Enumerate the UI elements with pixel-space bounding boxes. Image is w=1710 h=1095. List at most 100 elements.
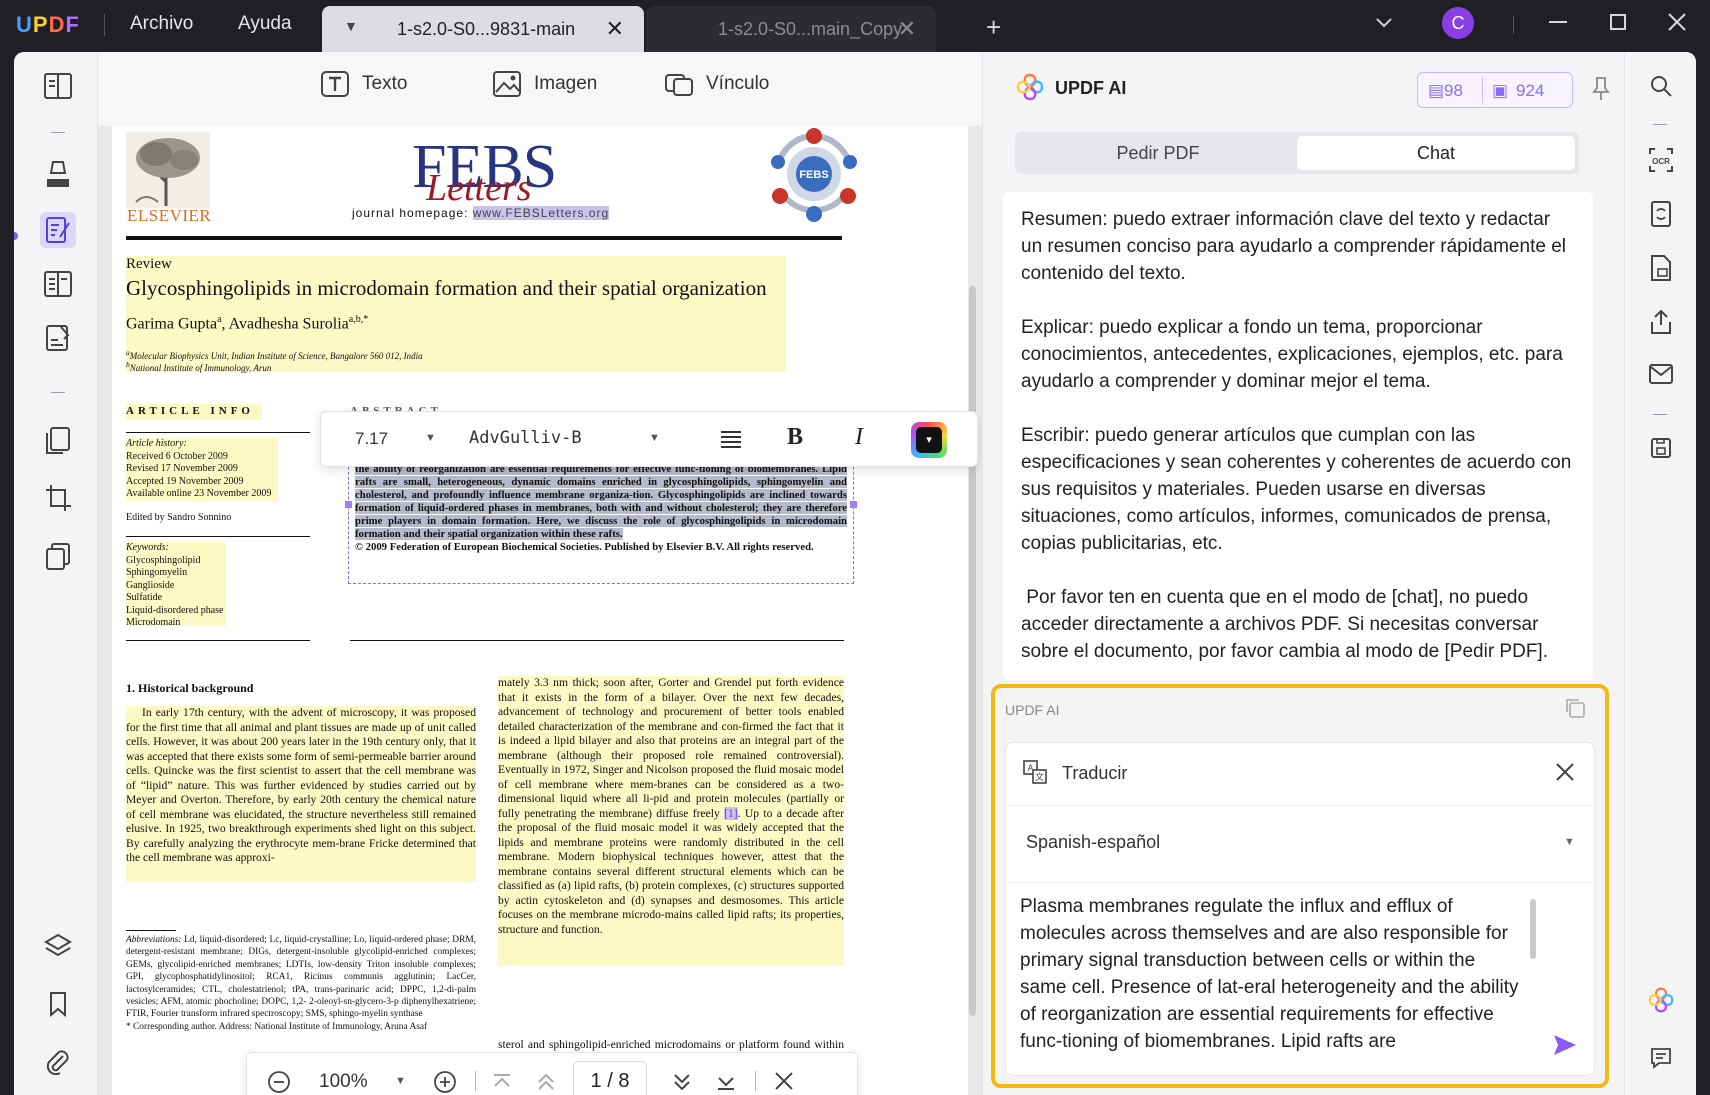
next-page-icon[interactable] xyxy=(671,1071,693,1093)
add-text-button[interactable]: Texto xyxy=(320,70,407,98)
document-scrollbar[interactable] xyxy=(969,286,976,1016)
page-number-field[interactable]: 1 / 8 xyxy=(573,1061,647,1095)
ocr-pages-button[interactable] xyxy=(40,538,76,574)
chat-message-box: Resumen: puedo extraer información clave… xyxy=(1003,192,1593,680)
input-scrollbar[interactable] xyxy=(1530,899,1536,959)
zoom-in-icon[interactable] xyxy=(433,1070,457,1094)
protect-button[interactable] xyxy=(1645,252,1677,284)
close-nav-icon[interactable] xyxy=(773,1070,795,1092)
page-layout-button[interactable] xyxy=(40,266,76,302)
body-column-2: mately 3.3 nm thick; soon after, Gorter … xyxy=(498,676,844,936)
new-tab-icon[interactable]: + xyxy=(986,12,1001,43)
tab-chat[interactable]: Chat xyxy=(1297,136,1575,170)
reader-mode-button[interactable] xyxy=(40,68,76,104)
convert-icon xyxy=(1651,201,1671,227)
avatar[interactable]: C xyxy=(1442,7,1474,39)
ai-mode-tabs: Pedir PDF Chat xyxy=(1015,132,1579,174)
app-logo[interactable]: UPDF xyxy=(16,12,80,38)
columns-icon xyxy=(44,271,72,297)
add-link-button[interactable]: Vínculo xyxy=(664,70,769,98)
form-icon xyxy=(46,325,70,351)
search-button[interactable] xyxy=(1645,70,1677,102)
updf-ai-icon xyxy=(1648,987,1674,1013)
document-viewport[interactable]: ELSEVIER FEBS Letters journal homepage: … xyxy=(98,126,982,1095)
previous-page-icon[interactable] xyxy=(535,1071,557,1093)
font-family-dropdown-icon[interactable]: ▼ xyxy=(649,432,660,444)
left-tool-rail xyxy=(14,52,98,1095)
minimize-icon[interactable] xyxy=(1546,10,1570,34)
organize-pages-button[interactable] xyxy=(40,422,76,458)
text-format-toolbar: 7.17 ▼ AdvGulliv-B ▼ B I ▾ xyxy=(320,411,978,467)
form-tool-button[interactable] xyxy=(40,320,76,356)
text-box-icon xyxy=(321,71,349,97)
italic-button[interactable]: I xyxy=(855,424,863,451)
close-tab-icon[interactable]: ✕ xyxy=(606,16,624,42)
citation-link[interactable]: [1] xyxy=(724,806,738,820)
zoom-dropdown-icon[interactable]: ▼ xyxy=(395,1075,406,1087)
tab-caret-icon[interactable]: ▼ xyxy=(344,18,358,34)
attachments-button[interactable] xyxy=(40,1044,76,1080)
bookmarks-button[interactable] xyxy=(40,986,76,1022)
chat-count-icon: ▣ xyxy=(1492,81,1509,100)
maximize-icon[interactable] xyxy=(1606,10,1630,34)
save-button[interactable] xyxy=(1645,432,1677,464)
align-justify-icon[interactable] xyxy=(719,429,743,451)
tab-document-copy[interactable]: 1-s2.0-S0...main_Copy ✕ xyxy=(646,6,936,52)
menu-ayuda[interactable]: Ayuda xyxy=(238,13,292,35)
badge-text: FEBS xyxy=(799,169,828,181)
close-window-icon[interactable] xyxy=(1665,10,1689,34)
close-tab-icon[interactable]: ✕ xyxy=(898,16,916,42)
email-button[interactable] xyxy=(1645,358,1677,390)
translate-composer: UPDF AI A文 Traducir Spanish-español ▼ Pl… xyxy=(991,684,1609,1088)
resize-handle-left[interactable] xyxy=(345,501,352,508)
copy-icon[interactable] xyxy=(1563,696,1587,720)
edit-pdf-button[interactable] xyxy=(40,212,76,248)
affiliation-b: bNational Institute of Immunology, Arun xyxy=(126,360,272,373)
tab-pedir-pdf[interactable]: Pedir PDF xyxy=(1019,136,1297,170)
close-translate-icon[interactable] xyxy=(1554,761,1576,783)
menu-archivo[interactable]: Archivo xyxy=(130,13,193,35)
article-info-heading: ARTICLE INFO xyxy=(126,405,254,417)
chevron-down-icon[interactable] xyxy=(1374,12,1394,32)
resize-handle-right[interactable] xyxy=(850,501,857,508)
font-family-select[interactable]: AdvGulliv-B xyxy=(469,428,582,448)
crop-tool-button[interactable] xyxy=(40,480,76,516)
bookmark-icon xyxy=(50,992,66,1018)
journal-masthead: FEBS Letters xyxy=(412,136,572,209)
journal-url[interactable]: www.FEBSLetters.org xyxy=(472,206,610,220)
last-page-icon[interactable] xyxy=(715,1071,737,1093)
comment-tool-button[interactable] xyxy=(40,156,76,192)
comments-button[interactable] xyxy=(1645,1042,1677,1074)
ocr-button[interactable]: OCR xyxy=(1645,144,1677,176)
save-icon xyxy=(1651,438,1671,458)
crop-icon xyxy=(46,485,71,511)
pin-icon[interactable] xyxy=(1591,76,1611,102)
prompt-input[interactable]: Plasma membranes regulate the influx and… xyxy=(1020,893,1520,1063)
text-color-button[interactable]: ▾ xyxy=(911,422,947,458)
link-icon xyxy=(665,74,693,96)
language-select[interactable]: Spanish-español ▼ xyxy=(1006,806,1596,882)
share-button[interactable] xyxy=(1645,306,1677,338)
font-size-select[interactable]: 7.17 xyxy=(355,429,388,449)
updf-ai-button[interactable] xyxy=(1645,984,1677,1016)
convert-button[interactable] xyxy=(1645,198,1677,230)
first-page-icon[interactable] xyxy=(491,1071,513,1093)
ai-usage-counter[interactable]: ▤ 98 ▣ 924 xyxy=(1417,72,1573,108)
tab-document-main[interactable]: ▼ 1-s2.0-S0...9831-main ✕ xyxy=(322,6,644,52)
app-window: Texto Imagen Vínculo ELSEVIER FEBS Lette… xyxy=(14,52,1696,1095)
add-image-button[interactable]: Imagen xyxy=(492,70,597,98)
layers-button[interactable] xyxy=(40,928,76,964)
font-size-dropdown-icon[interactable]: ▼ xyxy=(425,432,436,444)
title-bar: UPDF Archivo Ayuda ▼ 1-s2.0-S0...9831-ma… xyxy=(0,0,1710,52)
lock-document-icon xyxy=(1651,255,1671,281)
zoom-level[interactable]: 100% xyxy=(319,1071,368,1093)
zoom-out-icon[interactable] xyxy=(267,1070,291,1094)
pdf-page[interactable]: ELSEVIER FEBS Letters journal homepage: … xyxy=(112,126,968,1095)
bold-button[interactable]: B xyxy=(787,424,803,451)
search-icon xyxy=(1651,76,1672,97)
send-icon[interactable] xyxy=(1552,1033,1578,1057)
translate-icon: A文 xyxy=(1023,760,1047,784)
color-dropdown-icon: ▾ xyxy=(916,427,942,453)
tab-label: 1-s2.0-S0...main_Copy xyxy=(718,19,903,39)
rule xyxy=(350,640,844,641)
